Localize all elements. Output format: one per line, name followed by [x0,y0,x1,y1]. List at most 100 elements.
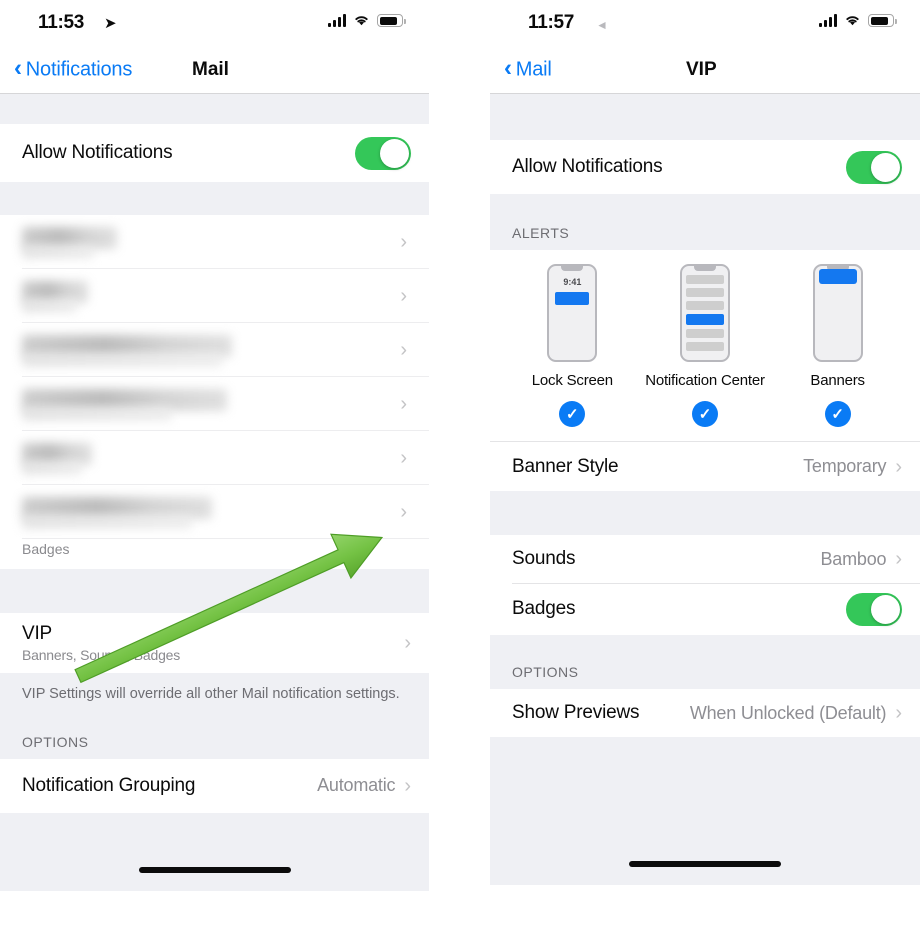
chevron-right-icon: › [404,774,411,797]
row-banner-style[interactable]: Banner Style Temporary › [490,441,920,491]
options-section-header: OPTIONS [490,635,920,689]
redacted-row[interactable]: › [0,269,429,323]
back-button-label: Mail [515,58,552,80]
group-gap-1 [0,94,429,124]
back-button-label: Notifications [25,58,133,80]
checkmark-circle-icon: ✓ [691,401,718,427]
alert-option-label: Notification Center [645,372,765,389]
alert-style-checkmarks: ✓ ✓ ✓ [490,395,920,441]
alerts-section-header: ALERTS [490,194,920,250]
screenshot-root: 11:53 ➤ ‹ Notifications Mail Allow Notif… [0,0,920,928]
wifi-icon [355,16,368,26]
alert-option-label: Banners [810,372,865,389]
right-phone-screen: 11:57 ◄ ‹ Mail VIP Allow Notifications A… [490,0,920,928]
row-sublabel: Banners, Sounds, Badges [22,647,181,664]
row-value: Automatic [317,775,396,796]
mini-phone-time: 9:41 [563,277,582,287]
cellular-signal-icon [328,14,346,27]
chevron-right-icon: › [404,632,411,654]
badges-caption: Badges [22,541,70,557]
redacted-rows-group: › › › › › › [0,215,429,539]
row-show-previews[interactable]: Show Previews When Unlocked (Default) › [490,689,920,737]
redacted-sublabel-blur [22,407,172,421]
redacted-row[interactable]: › [0,215,429,269]
cellular-signal-icon [819,14,837,27]
status-indicators [328,14,406,27]
options-section-header: OPTIONS [0,704,429,759]
location-arrow-icon: ➤ [104,15,117,32]
chevron-left-icon: ‹ [14,54,22,82]
chevron-right-icon: › [400,231,407,253]
home-indicator[interactable] [629,861,781,867]
row-label: Allow Notifications [22,142,173,163]
redacted-row[interactable]: › [0,377,429,431]
sounds-badges-group: Sounds Bamboo › Badges [490,535,920,635]
row-sounds[interactable]: Sounds Bamboo › [490,535,920,583]
allow-notifications-group: Allow Notifications [0,124,429,182]
battery-icon [868,14,897,27]
vip-text-block: VIP Banners, Sounds, Badges [22,623,180,664]
badges-toggle[interactable] [846,592,902,626]
row-label: Sounds [512,548,576,569]
row-label: Show Previews [512,702,640,723]
redacted-row[interactable]: › [0,323,429,377]
row-vip[interactable]: VIP Banners, Sounds, Badges › [0,613,429,673]
chevron-left-icon: ‹ [504,54,512,82]
row-allow-notifications[interactable]: Allow Notifications [0,124,429,182]
row-badges[interactable]: Badges [490,583,920,635]
chevron-right-icon: › [400,447,407,469]
status-time: 11:53 [38,12,85,33]
lock-screen-preview-icon: 9:41 [547,264,598,362]
row-allow-notifications[interactable]: Allow Notifications [490,140,920,194]
badges-caption-wrap: Badges [0,539,429,569]
home-indicator[interactable] [138,866,291,873]
alert-style-picker: 9:41 Lock Screen Notification Center Ban… [490,250,920,395]
group-gap-2 [0,182,429,215]
redacted-row[interactable]: › [0,485,429,539]
check-cell-notification-center[interactable]: ✓ [645,401,765,427]
banner-style-group: Banner Style Temporary › [490,441,920,491]
redacted-sublabel-blur [22,299,77,313]
alert-option-lock-screen[interactable]: 9:41 Lock Screen [512,264,632,389]
alert-option-banners[interactable]: Banners [778,264,898,389]
allow-notifications-toggle[interactable] [846,150,902,184]
page-title: Mail [192,58,229,80]
status-indicators [819,14,897,27]
row-label: Badges [512,598,576,619]
left-nav-bar: ‹ Notifications Mail [0,46,429,94]
page-title: VIP [686,58,717,80]
redacted-sublabel-blur [22,461,82,475]
back-button-notifications[interactable]: ‹ Notifications [14,54,133,82]
right-status-bar: 11:57 ◄ [490,0,920,46]
row-notification-grouping[interactable]: Notification Grouping Automatic › [0,758,429,813]
group-gap-1 [490,94,920,140]
location-arrow-icon: ◄ [596,18,608,32]
row-value: When Unlocked (Default) [689,702,887,723]
checkmark-circle-icon: ✓ [824,401,851,427]
chevron-right-icon: › [895,548,902,570]
battery-icon [377,14,406,27]
right-home-area [490,737,920,885]
redacted-sublabel-blur [22,245,94,259]
options-group: Notification Grouping Automatic › [0,758,429,813]
chevron-right-icon: › [400,285,407,307]
redacted-row[interactable]: › [0,431,429,485]
chevron-right-icon: › [400,393,407,415]
allow-notifications-toggle[interactable] [355,136,411,170]
chevron-right-icon: › [895,702,902,724]
redacted-sublabel-blur [22,515,192,529]
alert-option-notification-center[interactable]: Notification Center [645,264,765,389]
check-cell-banners[interactable]: ✓ [778,401,898,427]
check-cell-lock-screen[interactable]: ✓ [512,401,632,427]
row-label: Allow Notifications [512,156,663,177]
chevron-right-icon: › [400,339,407,361]
back-button-mail[interactable]: ‹ Mail [504,54,552,82]
banners-preview-icon [812,264,863,362]
row-label: VIP [22,622,53,644]
redacted-sublabel-blur [22,353,222,367]
status-time: 11:57 [528,12,575,33]
row-label: Notification Grouping [22,774,196,796]
chevron-right-icon: › [895,455,902,478]
options-group: Show Previews When Unlocked (Default) › [490,689,920,737]
left-home-area [0,812,429,891]
